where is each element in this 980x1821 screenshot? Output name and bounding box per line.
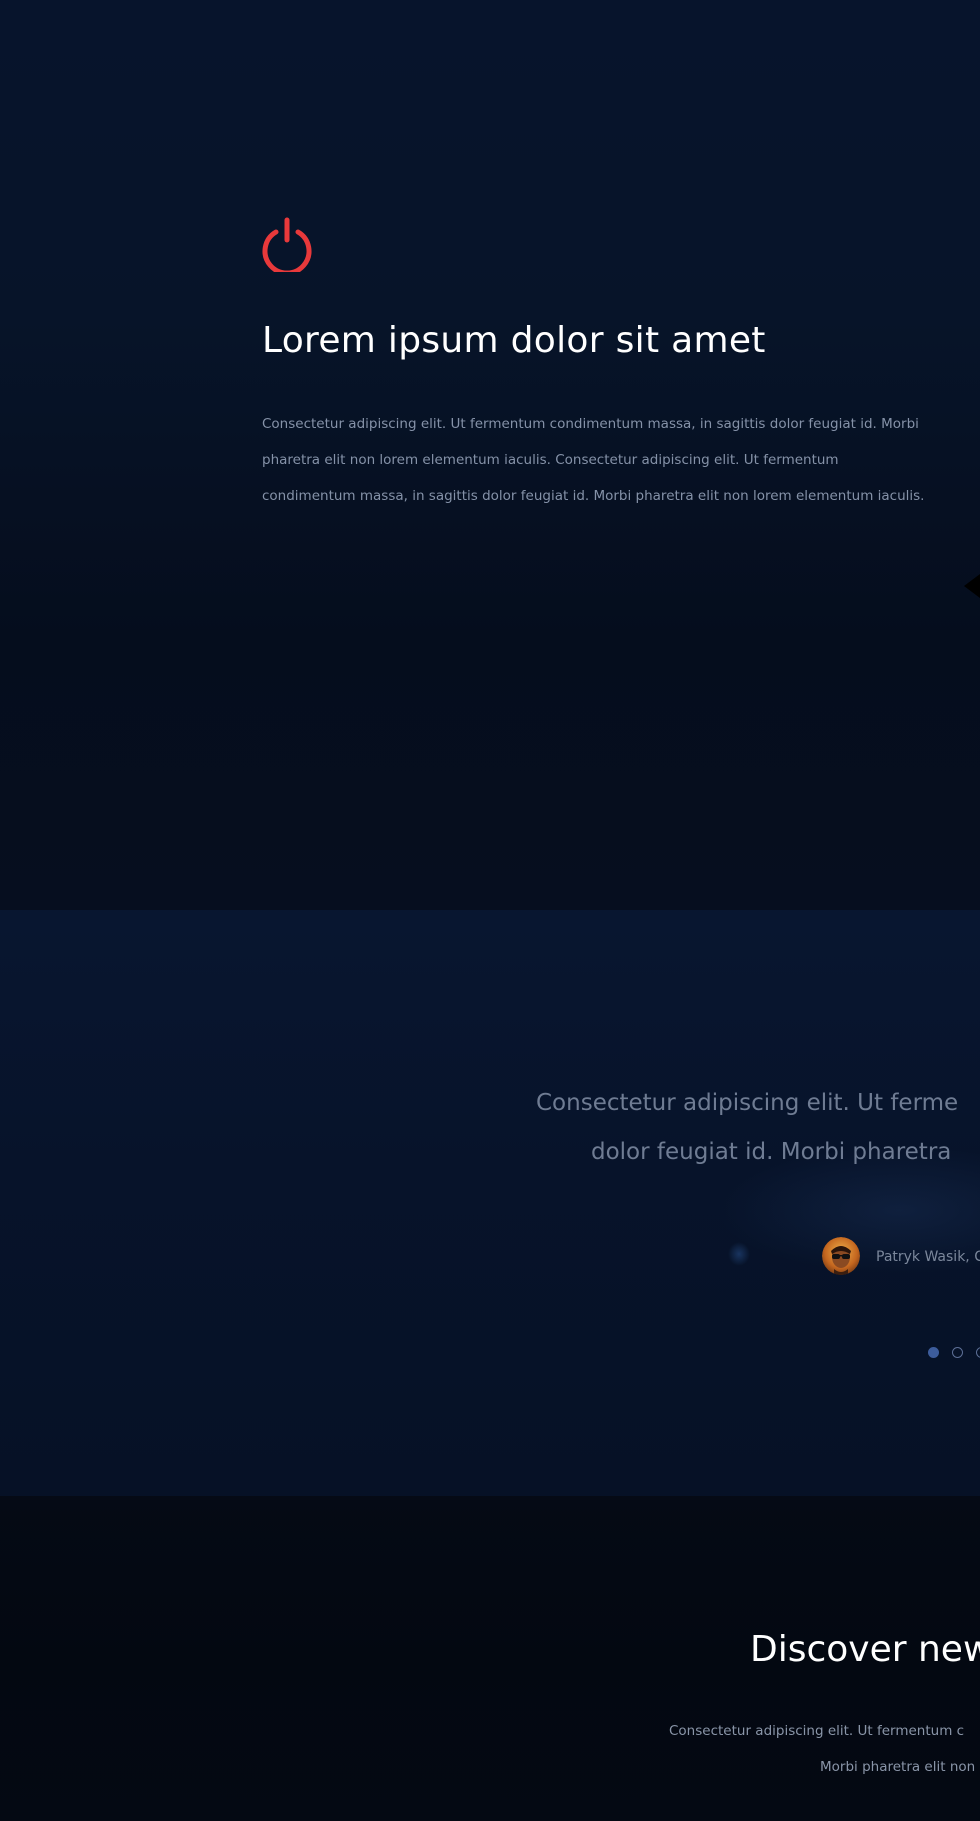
power-icon: [262, 217, 312, 272]
testimonial-author: Patryk Wasik, C: [876, 1249, 980, 1265]
testimonial-quote-line: Consectetur adipiscing elit. Ut ferme: [536, 1090, 959, 1116]
feature-title: Lorem ipsum dolor sit amet: [262, 320, 766, 361]
carousel-dot[interactable]: [976, 1347, 980, 1358]
discover-text-line: Consectetur adipiscing elit. Ut fermentu…: [669, 1723, 965, 1739]
testimonial-quote-line: dolor feugiat id. Morbi pharetra: [591, 1139, 952, 1165]
feature-section: Lorem ipsum dolor sit amet Consectetur a…: [0, 0, 980, 910]
carousel-pagination: [928, 1347, 980, 1358]
avatar-image: [822, 1237, 860, 1275]
avatar: [822, 1237, 860, 1275]
page: Lorem ipsum dolor sit amet Consectetur a…: [0, 0, 980, 1821]
discover-title: Discover new: [750, 1629, 980, 1670]
carousel-dot[interactable]: [928, 1347, 939, 1358]
testimonial-section: [0, 910, 980, 1496]
section-arrow-notch: [964, 574, 980, 598]
carousel-dot[interactable]: [952, 1347, 963, 1358]
discover-text-line: Morbi pharetra elit non: [820, 1759, 976, 1775]
decorative-glow: [728, 1242, 750, 1266]
feature-description: Consectetur adipiscing elit. Ut fermentu…: [262, 416, 925, 504]
